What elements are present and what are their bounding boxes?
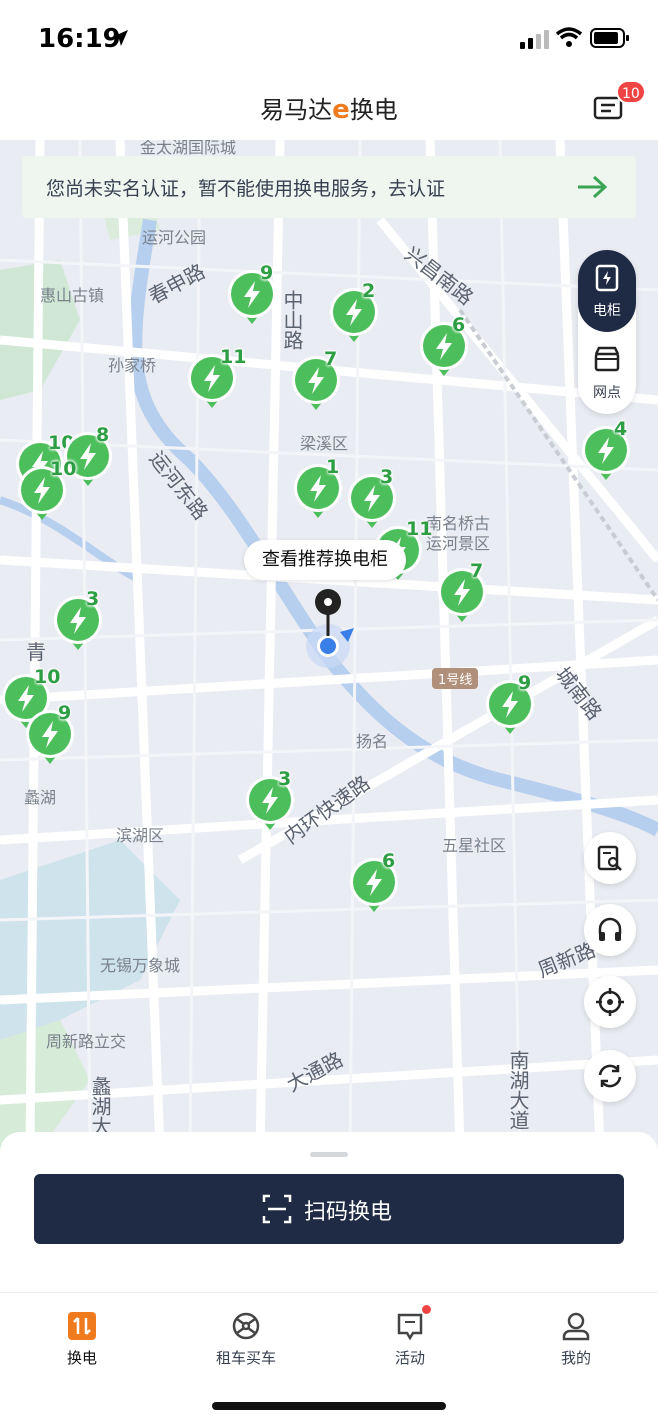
map-label-qing: 青	[26, 640, 46, 664]
battery-cabinet-icon	[595, 264, 619, 292]
battery-station-marker[interactable]: 9	[484, 672, 536, 736]
tab-rent-buy-label: 租车买车	[215, 1349, 276, 1367]
status-time: 16:19	[38, 24, 121, 54]
battery-station-marker[interactable]: 6	[418, 314, 470, 378]
cellular-signal-icon	[520, 30, 549, 49]
battery-station-marker[interactable]: 3	[244, 768, 296, 832]
battery-station-marker[interactable]: 10	[16, 458, 76, 522]
marker-count: 11	[220, 346, 247, 368]
battery-station-marker[interactable]: 9	[226, 262, 278, 326]
marker-count: 10	[34, 666, 61, 688]
scan-swap-button[interactable]: 扫码换电	[34, 1174, 624, 1244]
toggle-outlet-label[interactable]: 网点	[578, 382, 636, 402]
battery-station-marker[interactable]: 3	[52, 588, 104, 652]
marker-count: 9	[58, 702, 72, 724]
recommend-tooltip[interactable]: 查看推荐换电柜	[244, 540, 406, 580]
refresh-button[interactable]	[584, 1050, 636, 1102]
title-suffix: 换电	[349, 96, 398, 124]
marker-count: 11	[406, 518, 433, 540]
battery-station-marker[interactable]: 7	[290, 348, 342, 412]
search-list-button[interactable]	[584, 832, 636, 884]
headset-icon	[598, 917, 622, 941]
tab-profile[interactable]: 我的	[516, 1311, 636, 1368]
tab-swap-label: 换电	[66, 1349, 97, 1367]
wifi-icon	[556, 27, 582, 47]
sheet-handle[interactable]	[310, 1152, 348, 1157]
battery-icon	[590, 28, 629, 48]
status-bar: 16:19	[0, 0, 658, 78]
battery-station-marker[interactable]: 3	[346, 466, 398, 530]
steering-wheel-icon	[232, 1312, 260, 1340]
marker-count: 9	[518, 672, 532, 694]
map-label-lihu: 蠡湖	[24, 788, 57, 807]
marker-count: 3	[380, 466, 394, 488]
metro-line-badge: 1号线	[432, 668, 479, 689]
map-label-scenic: 运河景区	[426, 534, 491, 553]
tab-profile-label: 我的	[560, 1349, 591, 1367]
title-prefix: 易马达	[260, 96, 333, 124]
scan-icon	[262, 1194, 292, 1224]
location-arrow-icon	[112, 30, 128, 46]
bottom-sheet: 扫码换电	[0, 1132, 658, 1292]
marker-count: 3	[86, 588, 100, 610]
battery-station-marker[interactable]: 6	[348, 850, 400, 914]
map-label-nanhu-avenue: 南湖大道	[506, 1050, 530, 1130]
map-label-sunjiaqiao: 孙家桥	[108, 356, 157, 375]
brand-e-logo: e	[332, 95, 350, 125]
app-title: 易马达e换电	[0, 90, 658, 125]
user-location-pin	[306, 589, 354, 668]
marker-count: 9	[260, 262, 274, 284]
marker-count: 10	[50, 458, 77, 480]
battery-station-marker[interactable]: 4	[580, 418, 632, 482]
store-icon	[594, 346, 620, 372]
marker-count: 6	[382, 850, 396, 872]
map-layer-toggle[interactable]: 电柜 网点	[578, 250, 636, 414]
crosshair-icon	[596, 988, 624, 1016]
toggle-cabinet-label[interactable]: 电柜	[578, 300, 636, 320]
refresh-icon	[598, 1064, 622, 1088]
battery-station-marker[interactable]: 7	[436, 560, 488, 624]
banner-text: 您尚未实名认证，暂不能使用换电服务，去认证	[46, 178, 446, 200]
marker-count: 6	[452, 314, 466, 336]
marker-count: 7	[470, 560, 484, 582]
marker-count: 3	[278, 768, 292, 790]
marker-count: 8	[96, 424, 110, 446]
battery-station-marker[interactable]: 2	[328, 280, 380, 344]
verification-banner[interactable]: 您尚未实名认证，暂不能使用换电服务，去认证	[22, 156, 636, 218]
arrow-right-icon[interactable]	[576, 174, 608, 200]
scan-swap-label: 扫码换电	[304, 1200, 393, 1225]
map-label-wanxiang: 无锡万象城	[100, 956, 181, 975]
home-indicator	[212, 1402, 446, 1410]
swap-icon	[68, 1312, 96, 1340]
marker-count: 7	[324, 348, 338, 370]
locate-button[interactable]	[584, 976, 636, 1028]
app-header: 易马达e换电 10	[0, 78, 658, 140]
map-label-zhongshan-road: 中山路	[280, 290, 304, 350]
message-count-badge: 10	[616, 80, 646, 104]
customer-service-button[interactable]	[584, 904, 636, 956]
map-label-huishan: 惠山古镇	[40, 286, 105, 305]
tab-swap[interactable]: 换电	[22, 1311, 142, 1368]
tab-activity[interactable]: 活动	[350, 1305, 470, 1368]
map-label-wuxing: 五星社区	[442, 836, 507, 855]
tab-rent-buy[interactable]: 租车买车	[186, 1311, 306, 1368]
tab-activity-label: 活动	[394, 1349, 425, 1367]
map-label-zhouxin-interchange: 周新路立交	[46, 1032, 127, 1051]
activity-notification-dot	[422, 1305, 431, 1314]
marker-count: 1	[326, 456, 340, 478]
map-label-park: 运河公园	[142, 228, 207, 247]
battery-station-marker[interactable]: 1	[292, 456, 344, 520]
battery-station-marker[interactable]: 9	[24, 702, 76, 766]
activity-icon	[397, 1313, 423, 1341]
profile-icon	[562, 1312, 590, 1341]
battery-station-marker[interactable]: 11	[186, 346, 246, 410]
marker-count: 2	[362, 280, 376, 302]
search-document-icon	[597, 845, 622, 871]
marker-count: 4	[614, 418, 628, 440]
map-label-yangming: 扬名	[356, 732, 389, 751]
map-label-liangxi: 梁溪区	[300, 434, 349, 453]
map-label-binhu: 滨湖区	[116, 826, 165, 845]
